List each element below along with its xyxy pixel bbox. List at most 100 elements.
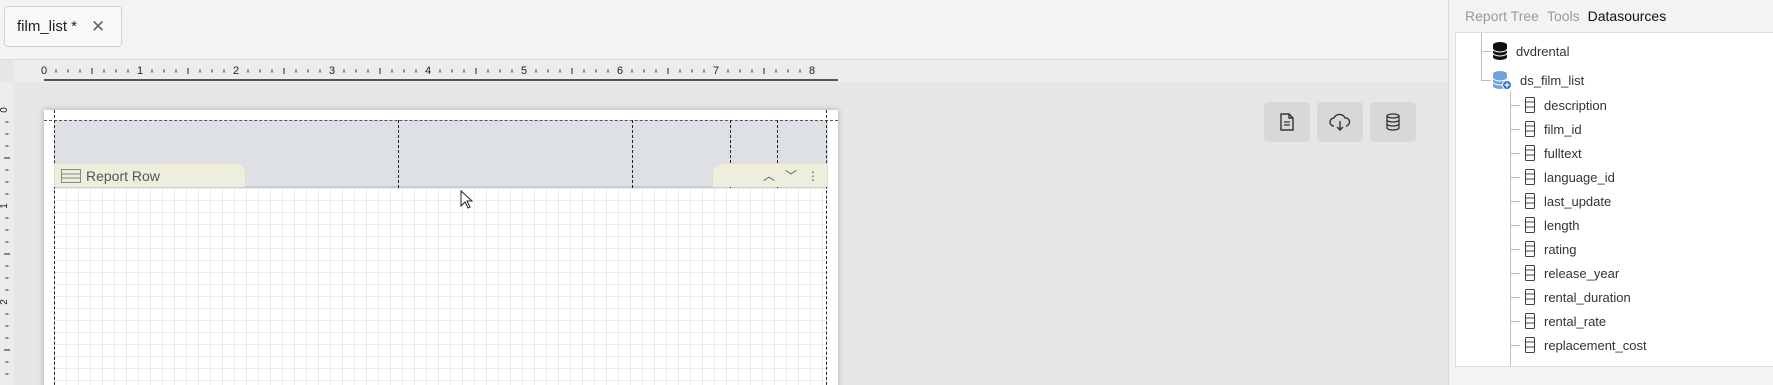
ruler-label: 6 xyxy=(617,65,623,77)
ruler-label: 5 xyxy=(521,65,527,77)
field-label: language_id xyxy=(1544,169,1615,185)
download-button[interactable] xyxy=(1317,102,1363,142)
ruler-label: 4 xyxy=(425,65,431,77)
margin-guide-top xyxy=(44,120,838,121)
field-label: replacement_cost xyxy=(1544,337,1647,353)
row-label-text: Report Row xyxy=(86,167,160,184)
page-grid[interactable] xyxy=(54,188,828,385)
field-label: rental_rate xyxy=(1544,313,1607,329)
ruler-label: 0 xyxy=(41,65,47,77)
ruler-label: 1 xyxy=(137,65,143,77)
tree-guide xyxy=(1510,201,1520,202)
tree-guide xyxy=(1510,177,1520,178)
field-label: fulltext xyxy=(1544,145,1582,161)
field-icon xyxy=(1524,97,1536,113)
tree-guide xyxy=(1510,321,1520,322)
column-divider[interactable] xyxy=(632,120,633,188)
field-label: description xyxy=(1544,97,1607,113)
field-node[interactable]: language_id xyxy=(1524,165,1615,189)
field-icon xyxy=(1524,313,1536,329)
connection-node[interactable]: dvdrental xyxy=(1492,39,1569,63)
ruler-label: 2 xyxy=(233,65,239,77)
datasource-node[interactable]: ds_film_list xyxy=(1492,68,1584,92)
tree-guide xyxy=(1481,33,1482,81)
field-icon xyxy=(1524,193,1536,209)
field-node[interactable]: length xyxy=(1524,213,1579,237)
ruler-label: 3 xyxy=(329,65,335,77)
field-label: length xyxy=(1544,217,1580,233)
chevron-down-icon[interactable]: ﹀ xyxy=(785,167,797,184)
ruler-label: 1 xyxy=(0,203,10,209)
datasource-label: ds_film_list xyxy=(1520,72,1585,88)
field-icon xyxy=(1524,337,1536,353)
mouse-cursor-icon xyxy=(460,190,474,209)
tab-report-tree[interactable]: Report Tree xyxy=(1465,8,1539,24)
column-divider[interactable] xyxy=(398,120,399,188)
side-panel: Report Tree Tools Datasources dvdrental xyxy=(1448,0,1773,385)
tab-title: film_list * xyxy=(17,18,78,35)
chevron-up-icon[interactable]: ︿ xyxy=(763,167,775,184)
field-label: last_update xyxy=(1544,193,1612,209)
datasource-tree: dvdrental ds_film_list description film_i… xyxy=(1455,32,1773,367)
field-icon xyxy=(1524,169,1536,185)
report-page[interactable]: Report Row ︿ ﹀ ⋮ xyxy=(44,110,838,385)
row-controls: ︿ ﹀ ⋮ xyxy=(712,163,828,187)
field-label: release_year xyxy=(1544,265,1620,281)
tree-guide xyxy=(1510,225,1520,226)
field-label: rental_duration xyxy=(1544,289,1631,305)
ruler-label: 2 xyxy=(0,299,10,305)
tab-datasources[interactable]: Datasources xyxy=(1588,8,1667,24)
report-row-tab[interactable]: Report Row xyxy=(54,163,246,187)
datasource-icon xyxy=(1492,71,1512,90)
tree-guide xyxy=(1510,129,1520,130)
field-icon xyxy=(1524,121,1536,137)
design-canvas[interactable]: 0 1 2 3 4 5 6 7 8 0 1 2 Report Row ︿ ﹀ ⋮ xyxy=(0,60,1448,385)
tab-film-list[interactable]: film_list * ✕ xyxy=(4,6,122,47)
cloud-download-icon xyxy=(1329,113,1351,131)
field-node[interactable]: release_year xyxy=(1524,261,1619,285)
document-tab-bar: film_list * ✕ xyxy=(0,0,1448,60)
field-node[interactable]: rental_rate xyxy=(1524,309,1606,333)
ruler-label: 0 xyxy=(0,107,10,113)
margin-guide-left xyxy=(54,110,55,385)
tree-guide xyxy=(1510,273,1520,274)
field-icon xyxy=(1524,217,1536,233)
document-icon xyxy=(1280,113,1294,131)
connection-label: dvdrental xyxy=(1516,43,1570,59)
tree-guide xyxy=(1510,105,1520,106)
vertical-ruler: 0 1 2 xyxy=(0,107,10,375)
tree-guide xyxy=(1510,91,1511,366)
horizontal-ruler: 0 1 2 3 4 5 6 7 8 xyxy=(41,65,838,81)
field-node[interactable]: replacement_cost xyxy=(1524,333,1647,357)
field-node[interactable]: last_update xyxy=(1524,189,1611,213)
field-node[interactable]: rating xyxy=(1524,237,1577,261)
tree-guide xyxy=(1481,80,1491,81)
field-icon xyxy=(1524,289,1536,305)
field-node[interactable]: description xyxy=(1524,93,1607,117)
database-icon xyxy=(1492,42,1508,60)
document-button[interactable] xyxy=(1264,102,1310,142)
row-icon xyxy=(61,168,81,183)
field-label: film_id xyxy=(1544,121,1582,137)
field-icon xyxy=(1524,145,1536,161)
field-node[interactable]: rental_duration xyxy=(1524,285,1631,309)
tab-tools[interactable]: Tools xyxy=(1547,8,1580,24)
field-node[interactable]: film_id xyxy=(1524,117,1582,141)
more-options-icon[interactable]: ⋮ xyxy=(807,169,819,183)
field-label: rating xyxy=(1544,241,1577,257)
ruler-label: 8 xyxy=(809,65,815,77)
tree-guide xyxy=(1510,153,1520,154)
datasource-button[interactable] xyxy=(1370,102,1416,142)
field-icon xyxy=(1524,265,1536,281)
tree-guide xyxy=(1510,345,1520,346)
panel-tabs: Report Tree Tools Datasources xyxy=(1449,0,1674,32)
database-icon xyxy=(1386,113,1400,131)
field-node[interactable]: fulltext xyxy=(1524,141,1582,165)
margin-guide-right xyxy=(826,110,827,385)
field-icon xyxy=(1524,241,1536,257)
tree-guide xyxy=(1510,249,1520,250)
ruler-label: 7 xyxy=(713,65,719,77)
tree-guide xyxy=(1510,297,1520,298)
tree-guide xyxy=(1481,51,1491,52)
close-icon[interactable]: ✕ xyxy=(91,17,105,37)
